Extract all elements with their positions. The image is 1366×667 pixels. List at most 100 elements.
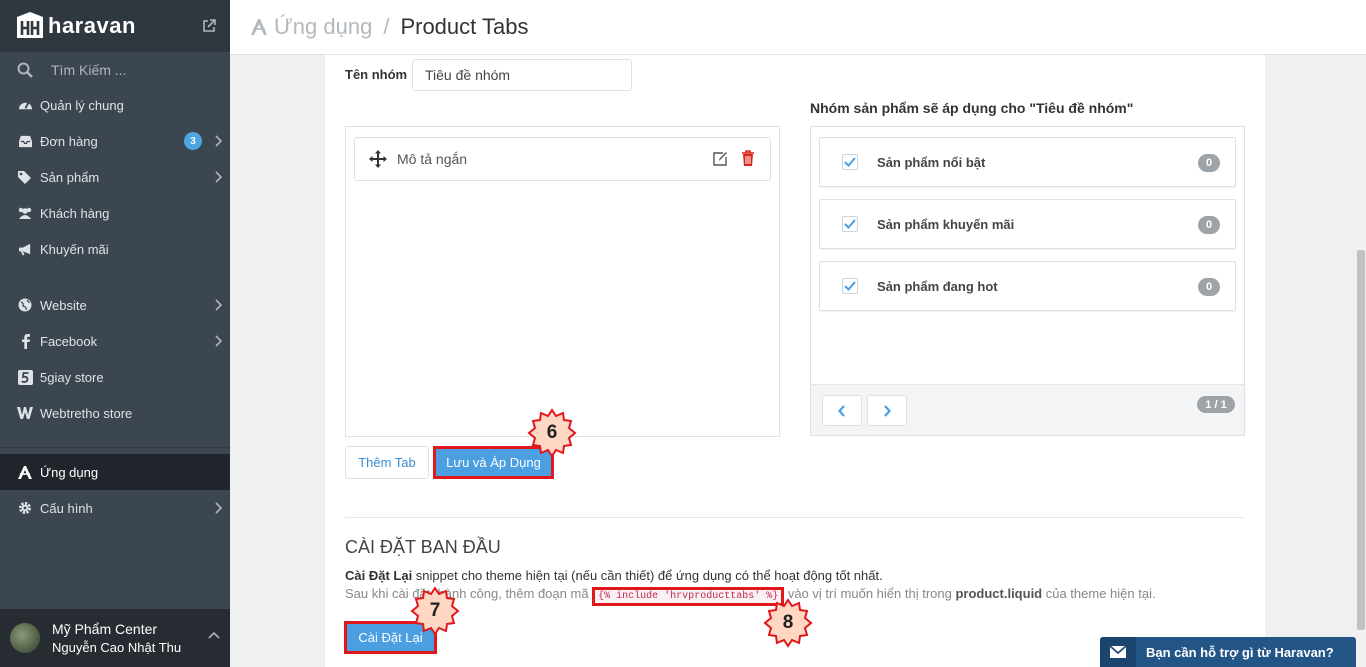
sidebar-item-label: Khách hàng [40,205,110,221]
chevron-right-icon [215,299,222,311]
apps-icon [17,464,33,480]
instructions-text-a: Sau khi cài đặt thành công, thêm đoạn mã [345,586,593,601]
template-file-name: product.liquid [955,586,1043,601]
sidebar-item-apps[interactable]: Ứng dụng [0,454,230,490]
facebook-icon [17,333,33,349]
support-label: Bạn cần hỗ trợ gì từ Haravan? [1146,644,1334,660]
sidebar-item-label: Facebook [40,333,98,349]
search-input[interactable]: Tìm Kiếm ... [51,62,126,78]
inbox-icon [17,133,33,149]
step-7-number: 7 [429,600,441,621]
step-6-number: 6 [546,422,558,443]
setup-description: Cài Đặt Lại snippet cho theme hiện tại (… [345,568,883,583]
group-checkbox[interactable] [842,154,858,170]
external-link-icon[interactable] [202,19,216,33]
sidebar-divider [0,447,230,448]
next-page-button[interactable] [867,395,907,426]
setup-description-text: snippet cho theme hiện tại (nếu cần thiế… [412,568,883,583]
group-name-label: Tên nhóm [345,67,408,82]
group-name: Sản phẩm nổi bật [877,154,986,170]
orders-count-badge: 3 [184,132,202,150]
sidebar-item-facebook[interactable]: Facebook [0,323,230,359]
page-header: Ứng dụng / Product Tabs [230,0,1366,55]
support-chat-widget[interactable]: Bạn cần hỗ trợ gì từ Haravan? [1100,637,1356,667]
store-name: Mỹ Phẩm Center [52,621,158,637]
prev-page-button[interactable] [822,395,862,426]
dashboard-icon [17,97,33,113]
sidebar-item-label: Cấu hình [40,500,93,516]
group-item[interactable]: Sản phẩm nổi bật 0 [819,137,1236,187]
sidebar-item-5giay[interactable]: 5giay store [0,359,230,395]
check-icon [844,219,856,229]
group-name-input[interactable]: Tiêu đề nhóm [412,59,632,91]
sidebar-item-label: Sản phẩm [40,169,100,185]
sidebar-item-settings[interactable]: Cấu hình [0,490,230,526]
sidebar-item-products[interactable]: Sản phẩm [0,159,230,195]
sidebar: haravan Tìm Kiếm ... Quản lý chung Đơn h… [0,0,230,667]
move-icon[interactable] [369,150,387,168]
tab-label: Mô tả ngắn [397,151,468,167]
group-count-badge: 0 [1198,154,1220,172]
setup-instructions: Sau khi cài đặt thành công, thêm đoạn mã… [345,586,1156,606]
group-item[interactable]: Sản phẩm đang hot 0 [819,261,1236,311]
users-icon [17,205,33,221]
page-title: Product Tabs [400,14,529,39]
page-info-badge: 1 / 1 [1197,396,1235,413]
sidebar-item-label: Website [40,297,87,313]
sidebar-item-label: Khuyến mãi [40,241,109,257]
step-8-badge: 8 [763,598,813,648]
sidebar-item-label: Quản lý chung [40,97,124,113]
envelope-icon [1100,637,1136,667]
include-code-snippet: {% include 'hrvproducttabs' %} [592,587,785,606]
sidebar-item-orders[interactable]: Đơn hàng 3 [0,123,230,159]
check-icon [844,157,856,167]
webtretho-icon [17,405,33,421]
bullhorn-icon [17,241,33,257]
chevron-right-icon [215,135,222,147]
chevron-right-icon [215,335,222,347]
add-tab-button[interactable]: Thêm Tab [345,446,429,479]
group-checkbox[interactable] [842,278,858,294]
user-menu[interactable]: Mỹ Phẩm Center Nguyễn Cao Nhật Thu [0,609,230,667]
avatar [10,623,40,653]
sidebar-item-webtretho[interactable]: Webtretho store [0,395,230,431]
edit-icon[interactable] [712,151,728,167]
group-count-badge: 0 [1198,278,1220,296]
group-checkbox[interactable] [842,216,858,232]
globe-icon [17,297,33,313]
sidebar-item-customers[interactable]: Khách hàng [0,195,230,231]
scrollbar-thumb[interactable] [1357,250,1365,630]
sidebar-item-label: 5giay store [40,369,104,385]
breadcrumb-parent[interactable]: Ứng dụng [274,14,372,40]
tab-item[interactable]: Mô tả ngắn [354,137,771,181]
page-scrollbar[interactable] [1356,55,1366,667]
gear-icon [17,500,33,516]
group-item[interactable]: Sản phẩm khuyến mãi 0 [819,199,1236,249]
setup-title: CÀI ĐẶT BAN ĐẦU [345,537,501,557]
setup-description-bold: Cài Đặt Lại [345,568,413,583]
sidebar-item-promotions[interactable]: Khuyến mãi [0,231,230,267]
chevron-up-icon [208,631,220,639]
breadcrumb-separator: / [383,14,390,39]
sidebar-search[interactable]: Tìm Kiếm ... [0,52,230,88]
check-icon [844,281,856,291]
step-7-badge: 7 [410,586,460,636]
trash-icon[interactable] [741,150,755,167]
sidebar-item-label: Ứng dụng [40,464,99,480]
user-name: Nguyễn Cao Nhật Thu [52,640,182,655]
brand-name[interactable]: haravan [48,13,136,39]
tags-icon [17,169,33,185]
brand-bar: haravan [0,0,230,52]
step-8-number: 8 [782,612,794,633]
sidebar-item-label: Webtretho store [40,405,133,421]
sidebar-item-website[interactable]: Website [0,287,230,323]
step-6-badge: 6 [527,408,577,458]
sidebar-item-dashboard[interactable]: Quản lý chung [0,87,230,123]
group-count-badge: 0 [1198,216,1220,234]
groups-title: Nhóm sản phẩm sẽ áp dụng cho "Tiêu đề nh… [810,100,1134,116]
chevron-right-icon [215,171,222,183]
section-divider [345,517,1245,518]
haravan-logo-icon[interactable] [14,11,46,41]
group-name: Sản phẩm đang hot [877,278,998,294]
5giay-icon [17,369,33,385]
